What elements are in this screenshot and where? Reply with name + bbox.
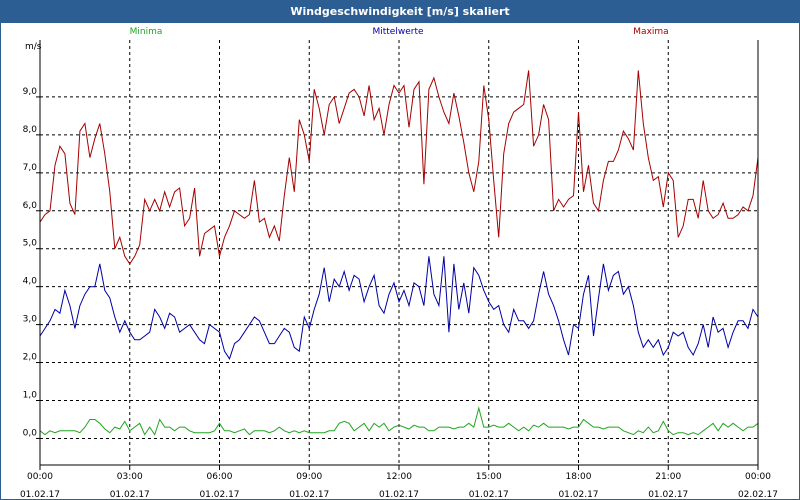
y-tick-label: 4,0 (23, 277, 38, 287)
x-tick-date: 01.02.17 (110, 490, 150, 499)
x-tick-date: 01.02.17 (558, 490, 598, 499)
y-tick-label: 1,0 (23, 390, 38, 400)
x-tick-date: 01.02.17 (379, 490, 419, 499)
x-tick-date: 02.02.17 (738, 490, 778, 499)
x-tick-date: 01.02.17 (469, 490, 509, 499)
x-tick-time: 06:00 (207, 472, 233, 482)
x-tick-time: 21:00 (655, 472, 681, 482)
x-tick-time: 03:00 (117, 472, 143, 482)
y-tick-label: 3,0 (23, 315, 38, 325)
legend-item-maxima: Maxima (633, 27, 668, 37)
y-tick-label: 8,0 (23, 125, 38, 135)
y-tick-label: 0,0 (23, 428, 38, 438)
y-tick-label: 9,0 (23, 87, 38, 97)
x-tick-time: 00:00 (27, 472, 53, 482)
x-tick-date: 01.02.17 (648, 490, 688, 499)
series-line-mittelwerte (39, 256, 759, 360)
legend-item-mittelwerte: Mittelwerte (372, 27, 423, 37)
x-tick-time: 09:00 (296, 472, 322, 482)
x-tick-date: 01.02.17 (289, 490, 329, 499)
x-tick-time: 00:00 (745, 472, 771, 482)
x-tick-time: 18:00 (566, 472, 592, 482)
y-tick-labels: 0,0 1,0 2,0 3,0 4,0 5,0 6,0 7,0 8,0 9,0 (23, 87, 40, 439)
grid-lines (40, 40, 758, 465)
x-tick-time: 12:00 (386, 472, 412, 482)
window-title: Windgeschwindigkeit [m/s] skaliert (1, 1, 799, 23)
y-tick-label: 7,0 (23, 163, 38, 173)
x-tick-time: 15:00 (476, 472, 502, 482)
y-tick-label: 6,0 (23, 201, 38, 211)
chart-window: Windgeschwindigkeit [m/s] skaliert 0,0 1,… (0, 0, 800, 500)
x-tick-date: 01.02.17 (20, 490, 60, 499)
legend: Minima Mittelwerte Maxima (130, 27, 669, 37)
x-tick-date: 01.02.17 (199, 490, 239, 499)
y-tick-label: 2,0 (23, 353, 38, 363)
legend-item-minima: Minima (130, 27, 163, 37)
y-axis-unit-label: m/s (25, 42, 42, 52)
x-tick-labels: 00:00 01.02.17 03:00 01.02.17 06:00 01.02.17 0… (20, 465, 778, 499)
y-tick-label: 5,0 (23, 239, 38, 249)
wind-speed-chart: 0,0 1,0 2,0 3,0 4,0 5,0 6,0 7,0 8,0 9,0 00:00 01.0… (20, 27, 778, 499)
